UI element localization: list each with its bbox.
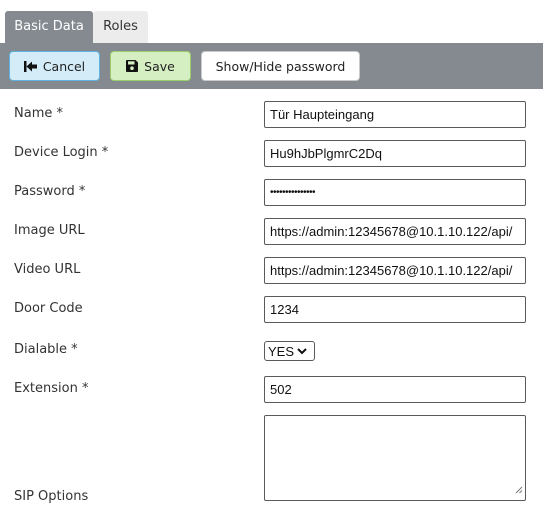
dialable-selected-value: YES <box>268 343 295 359</box>
floppy-disk-icon <box>126 60 139 72</box>
save-button-label: Save <box>144 58 175 74</box>
name-label: Name * <box>14 106 63 121</box>
tab-roles[interactable]: Roles <box>93 11 148 43</box>
save-button[interactable]: Save <box>110 51 191 81</box>
device-login-label: Device Login * <box>14 145 109 160</box>
dialable-label: Dialable * <box>14 342 78 357</box>
back-to-start-icon <box>23 60 37 72</box>
image-url-input[interactable]: https://admin:12345678@10.1.10.122/api/ <box>264 218 526 245</box>
tab-bar: Basic Data Roles <box>0 0 543 43</box>
chevron-down-icon <box>297 347 307 355</box>
show-hide-password-button[interactable]: Show/Hide password <box>201 51 360 81</box>
cancel-button[interactable]: Cancel <box>9 51 100 81</box>
password-label: Password * <box>14 184 86 199</box>
device-login-input[interactable]: Hu9hJbPlgmrC2Dq <box>264 140 526 167</box>
video-url-input[interactable]: https://admin:12345678@10.1.10.122/api/ <box>264 257 526 284</box>
password-input[interactable]: ••••••••••••••• <box>264 179 526 206</box>
tab-basic-data[interactable]: Basic Data <box>5 11 93 43</box>
door-code-input[interactable]: 1234 <box>264 296 526 323</box>
dialable-select[interactable]: YES <box>264 341 315 361</box>
sip-options-textarea[interactable] <box>264 415 526 501</box>
toolbar: Cancel Save Show/Hide password <box>0 43 543 89</box>
cancel-button-label: Cancel <box>42 58 86 74</box>
extension-input[interactable]: 502 <box>264 376 526 403</box>
name-input[interactable]: Tür Haupteingang <box>264 101 526 128</box>
extension-label: Extension * <box>14 381 89 396</box>
door-code-label: Door Code <box>14 301 83 316</box>
resize-grip-icon[interactable] <box>514 483 523 498</box>
image-url-label: Image URL <box>14 223 85 238</box>
video-url-label: Video URL <box>14 262 81 277</box>
sip-options-label: SIP Options <box>14 489 89 504</box>
